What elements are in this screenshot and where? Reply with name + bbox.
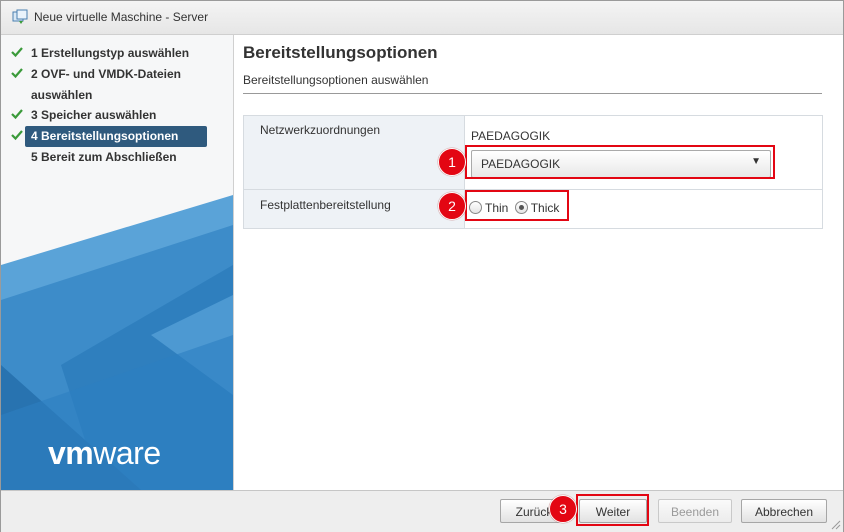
- step-3[interactable]: 3 Speicher auswählen: [1, 105, 233, 126]
- disk-provisioning-label: Festplattenbereitstellung: [260, 198, 391, 212]
- highlight-next-button: [576, 494, 649, 526]
- step-4-active[interactable]: 4 Bereitstellungsoptionen: [1, 126, 233, 147]
- step-label: 2 OVF- und VMDK-Dateien auswählen: [31, 67, 182, 102]
- page-title: Bereitstellungsoptionen: [243, 43, 438, 62]
- cancel-button[interactable]: Abbrechen: [741, 499, 827, 523]
- source-network-name: PAEDAGOGIK: [471, 129, 551, 143]
- highlight-disk-radios: [465, 190, 569, 221]
- vmware-logo: vmware: [48, 435, 161, 471]
- step-label: 3 Speicher auswählen: [31, 108, 157, 122]
- page-subtitle: Bereitstellungsoptionen auswählen: [243, 73, 429, 87]
- checkmark-icon: [11, 130, 23, 141]
- annotation-badge-2: 2: [438, 192, 466, 220]
- checkmark-icon: [11, 109, 23, 120]
- step-2[interactable]: 2 OVF- und VMDK-Dateien auswählen: [1, 64, 233, 105]
- step-1[interactable]: 1 Erstellungstyp auswählen: [1, 43, 233, 64]
- window-title: Neue virtuelle Maschine - Server: [34, 10, 209, 24]
- button-bar: Zurück Weiter Beenden Abbrechen: [1, 490, 843, 532]
- step-label: 5 Bereit zum Abschließen: [31, 150, 177, 164]
- title-divider: [243, 93, 822, 94]
- checkmark-icon: [11, 68, 23, 79]
- wizard-window: Neue virtuelle Maschine - Server 1 Erste…: [0, 0, 844, 532]
- highlight-network-select: [465, 145, 775, 179]
- network-mapping-label: Netzwerkzuordnungen: [260, 123, 381, 137]
- main-content: Bereitstellungsoptionen Bereitstellungso…: [243, 35, 823, 490]
- title-bar: Neue virtuelle Maschine - Server: [1, 1, 843, 35]
- finish-button[interactable]: Beenden: [658, 499, 732, 523]
- step-5[interactable]: 5 Bereit zum Abschließen: [1, 147, 233, 168]
- annotation-badge-3: 3: [549, 495, 577, 523]
- checkmark-icon: [11, 47, 23, 58]
- wizard-steps-panel: 1 Erstellungstyp auswählen 2 OVF- und VM…: [1, 35, 234, 490]
- vm-app-icon: [12, 9, 28, 24]
- step-label: 4 Bereitstellungsoptionen: [25, 126, 207, 147]
- resize-grip-icon[interactable]: [831, 520, 841, 530]
- wizard-step-list: 1 Erstellungstyp auswählen 2 OVF- und VM…: [1, 43, 233, 168]
- step-label: 1 Erstellungstyp auswählen: [31, 46, 190, 60]
- annotation-badge-1: 1: [438, 148, 466, 176]
